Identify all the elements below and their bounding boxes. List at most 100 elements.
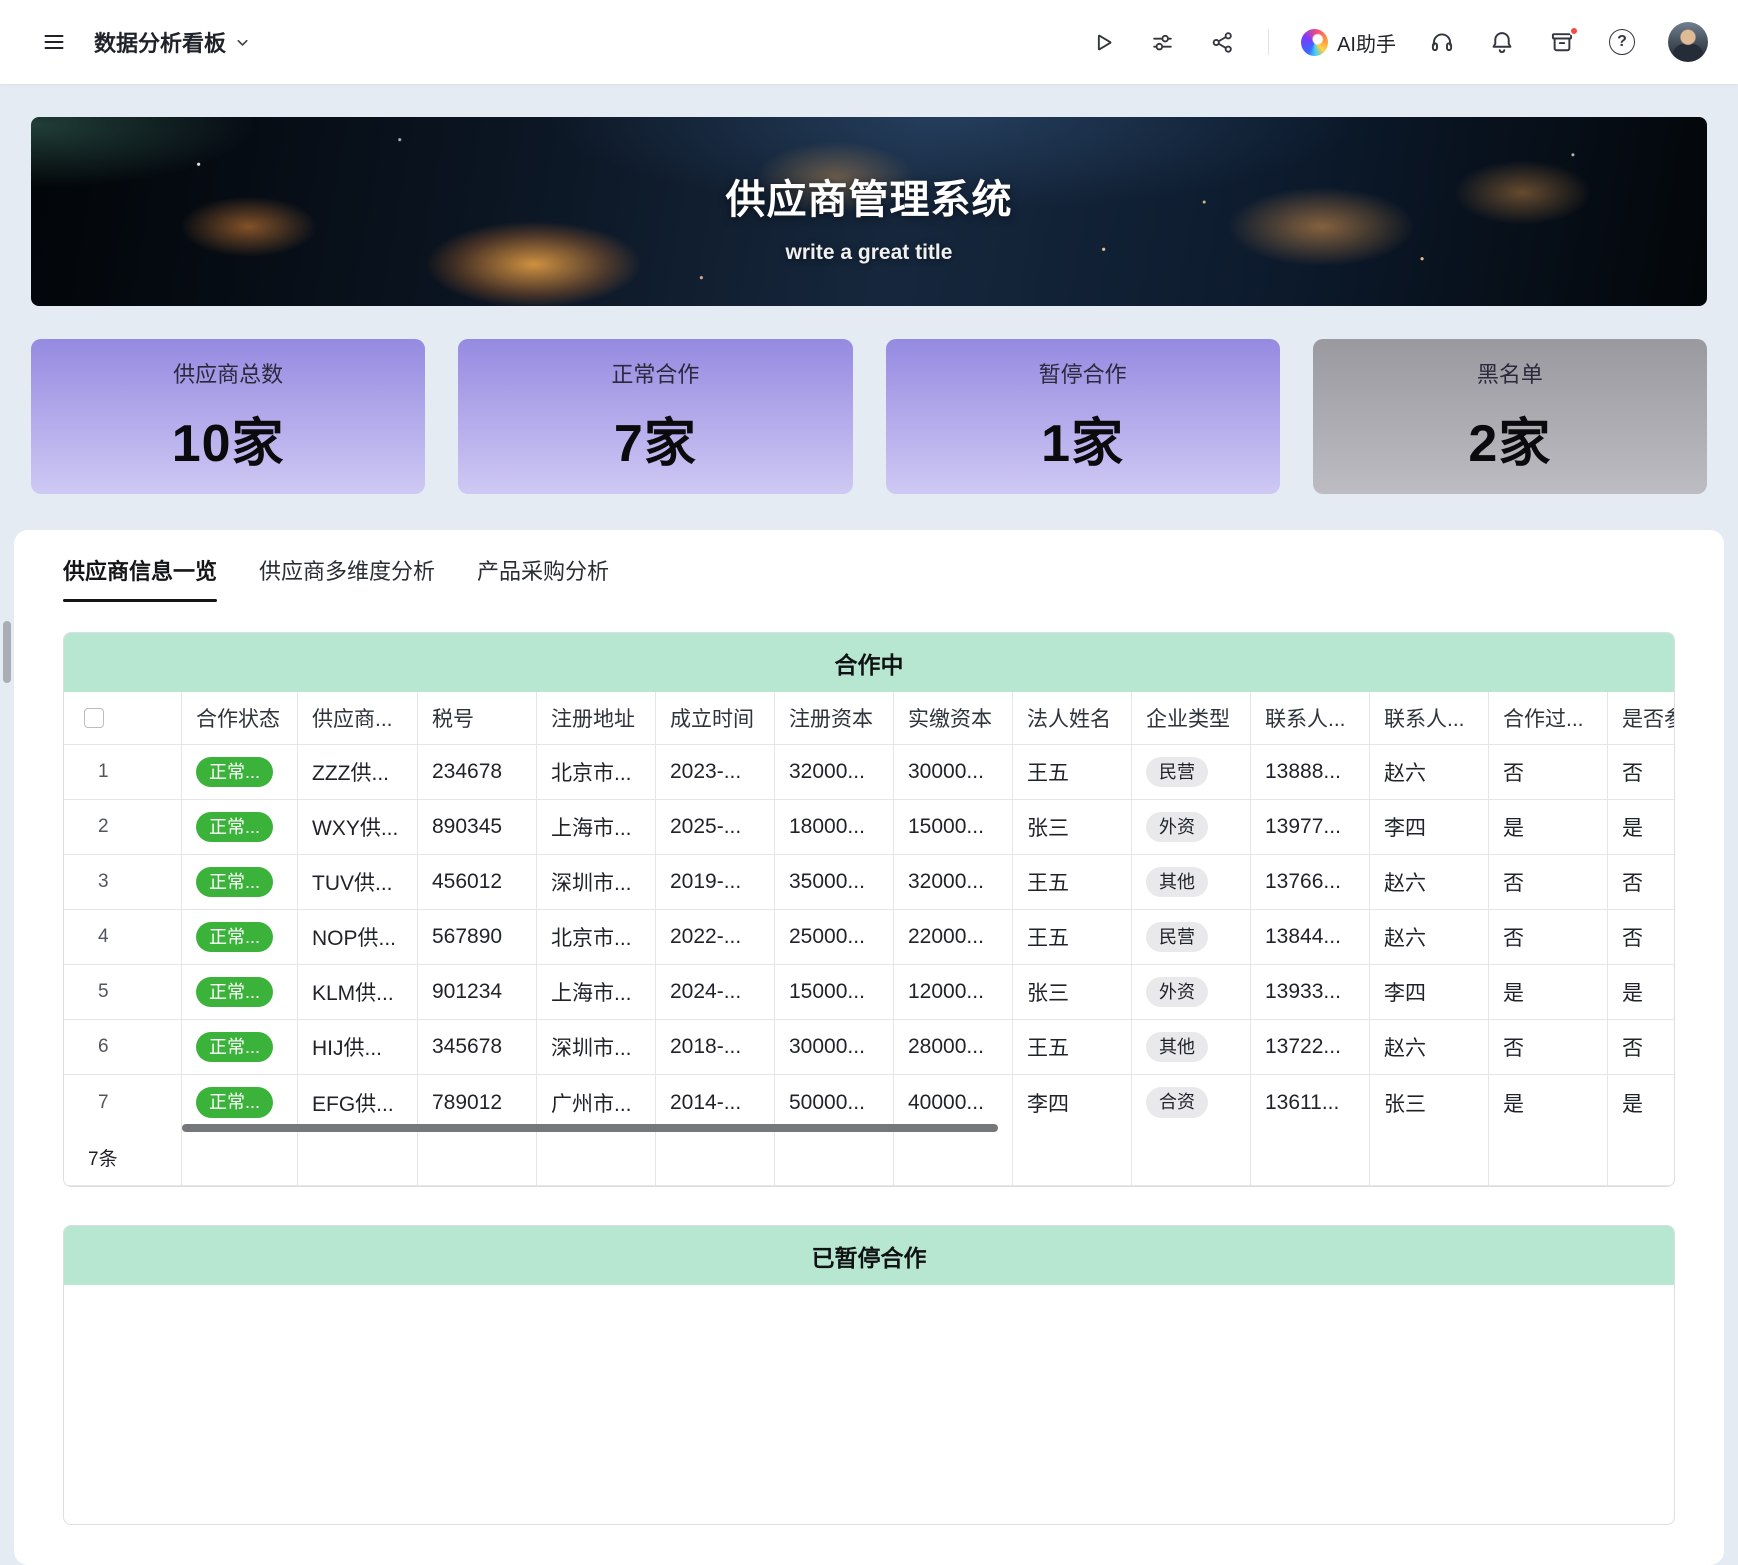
table-cell[interactable]: 2022-... [656,910,775,964]
status-cell[interactable]: 正常... [182,965,298,1019]
table-cell[interactable]: 22000... [894,910,1013,964]
table-cell[interactable]: 13766... [1251,855,1370,909]
status-cell[interactable]: 正常... [182,1020,298,1074]
tab-2[interactable]: 供应商多维度分析 [259,554,435,602]
ai-assistant-button[interactable]: AI助手 [1301,28,1396,57]
table-cell[interactable]: 234678 [418,745,537,799]
table-cell[interactable]: 13977... [1251,800,1370,854]
column-header[interactable]: 是否参 [1608,692,1674,744]
table-cell[interactable]: 28000... [894,1020,1013,1074]
table-cell[interactable]: 40000... [894,1075,1013,1130]
stat-card-1[interactable]: 供应商总数10家 [31,339,425,494]
table-cell[interactable]: HIJ供... [298,1020,418,1074]
table-cell[interactable]: 李四 [1370,965,1489,1019]
table-cell[interactable]: 赵六 [1370,910,1489,964]
stat-card-3[interactable]: 暂停合作1家 [886,339,1280,494]
table-cell[interactable]: 2023-... [656,745,775,799]
dashboard-title-dropdown[interactable]: 数据分析看板 [94,26,251,58]
column-header[interactable]: 注册资本 [775,692,894,744]
stat-card-2[interactable]: 正常合作7家 [458,339,852,494]
status-cell[interactable]: 正常... [182,800,298,854]
table-cell[interactable]: 13611... [1251,1075,1370,1130]
table-cell[interactable]: 王五 [1013,745,1132,799]
table-cell[interactable]: 否 [1489,855,1608,909]
share-icon[interactable] [1208,28,1236,56]
table-cell[interactable]: 是 [1608,965,1674,1019]
table-cell[interactable]: 32000... [775,745,894,799]
company-type-cell[interactable]: 民营 [1132,745,1251,799]
table-cell[interactable]: 345678 [418,1020,537,1074]
table-cell[interactable]: 15000... [894,800,1013,854]
table-cell[interactable]: EFG供... [298,1075,418,1130]
table-cell[interactable]: 456012 [418,855,537,909]
table-cell[interactable]: 是 [1608,1075,1674,1130]
play-icon[interactable] [1088,28,1116,56]
table-cell[interactable]: 上海市... [537,965,656,1019]
column-header[interactable]: 合作过... [1489,692,1608,744]
table-cell[interactable]: 13933... [1251,965,1370,1019]
notifications-bell-icon[interactable] [1488,28,1516,56]
table-cell[interactable]: 王五 [1013,1020,1132,1074]
table-cell[interactable]: 2025-... [656,800,775,854]
table-cell[interactable]: 50000... [775,1075,894,1130]
table-cell[interactable]: 13888... [1251,745,1370,799]
table-cell[interactable]: 上海市... [537,800,656,854]
company-type-cell[interactable]: 民营 [1132,910,1251,964]
table-cell[interactable]: 深圳市... [537,855,656,909]
table-cell[interactable]: 否 [1489,910,1608,964]
status-cell[interactable]: 正常... [182,1075,298,1130]
table-cell[interactable]: 是 [1608,800,1674,854]
company-type-cell[interactable]: 外资 [1132,965,1251,1019]
status-cell[interactable]: 正常... [182,745,298,799]
stat-card-4[interactable]: 黑名单2家 [1313,339,1707,494]
table-cell[interactable]: ZZZ供... [298,745,418,799]
table-cell[interactable]: 18000... [775,800,894,854]
table-cell[interactable]: 15000... [775,965,894,1019]
column-header[interactable]: 法人姓名 [1013,692,1132,744]
table-cell[interactable]: 789012 [418,1075,537,1130]
table-cell[interactable]: 否 [1608,910,1674,964]
table-cell[interactable]: 否 [1608,855,1674,909]
status-cell[interactable]: 正常... [182,855,298,909]
table-cell[interactable]: 否 [1608,1020,1674,1074]
table-cell[interactable]: 2019-... [656,855,775,909]
table-cell[interactable]: 是 [1489,1075,1608,1130]
column-header[interactable]: 供应商... [298,692,418,744]
column-header[interactable]: 联系人... [1251,692,1370,744]
user-avatar[interactable] [1668,22,1708,62]
table-cell[interactable]: 12000... [894,965,1013,1019]
table-cell[interactable]: 是 [1489,800,1608,854]
table-cell[interactable]: TUV供... [298,855,418,909]
inbox-icon[interactable] [1548,28,1576,56]
company-type-cell[interactable]: 合资 [1132,1075,1251,1130]
table-cell[interactable]: 567890 [418,910,537,964]
table-cell[interactable]: 张三 [1370,1075,1489,1130]
table-cell[interactable]: 32000... [894,855,1013,909]
company-type-cell[interactable]: 外资 [1132,800,1251,854]
table-cell[interactable]: 否 [1608,745,1674,799]
horizontal-scrollbar[interactable] [182,1124,998,1132]
table-cell[interactable]: 广州市... [537,1075,656,1130]
table-cell[interactable]: 王五 [1013,855,1132,909]
column-header[interactable]: 税号 [418,692,537,744]
table-cell[interactable]: 30000... [775,1020,894,1074]
table-cell[interactable]: 13722... [1251,1020,1370,1074]
table-cell[interactable]: 2024-... [656,965,775,1019]
tab-1[interactable]: 供应商信息一览 [63,554,217,602]
company-type-cell[interactable]: 其他 [1132,855,1251,909]
table-cell[interactable]: 赵六 [1370,855,1489,909]
column-header[interactable]: 联系人... [1370,692,1489,744]
table-cell[interactable]: 张三 [1013,800,1132,854]
help-icon[interactable]: ? [1608,28,1636,56]
table-cell[interactable]: 李四 [1370,800,1489,854]
tab-3[interactable]: 产品采购分析 [477,554,609,602]
table-cell[interactable]: 否 [1489,745,1608,799]
table-cell[interactable]: NOP供... [298,910,418,964]
table-cell[interactable]: 李四 [1013,1075,1132,1130]
column-header[interactable]: 注册地址 [537,692,656,744]
table-cell[interactable]: 王五 [1013,910,1132,964]
page-scrollbar[interactable] [3,621,11,683]
column-header[interactable]: 合作状态 [182,692,298,744]
select-all-checkbox[interactable] [84,708,104,728]
table-cell[interactable]: 2018-... [656,1020,775,1074]
